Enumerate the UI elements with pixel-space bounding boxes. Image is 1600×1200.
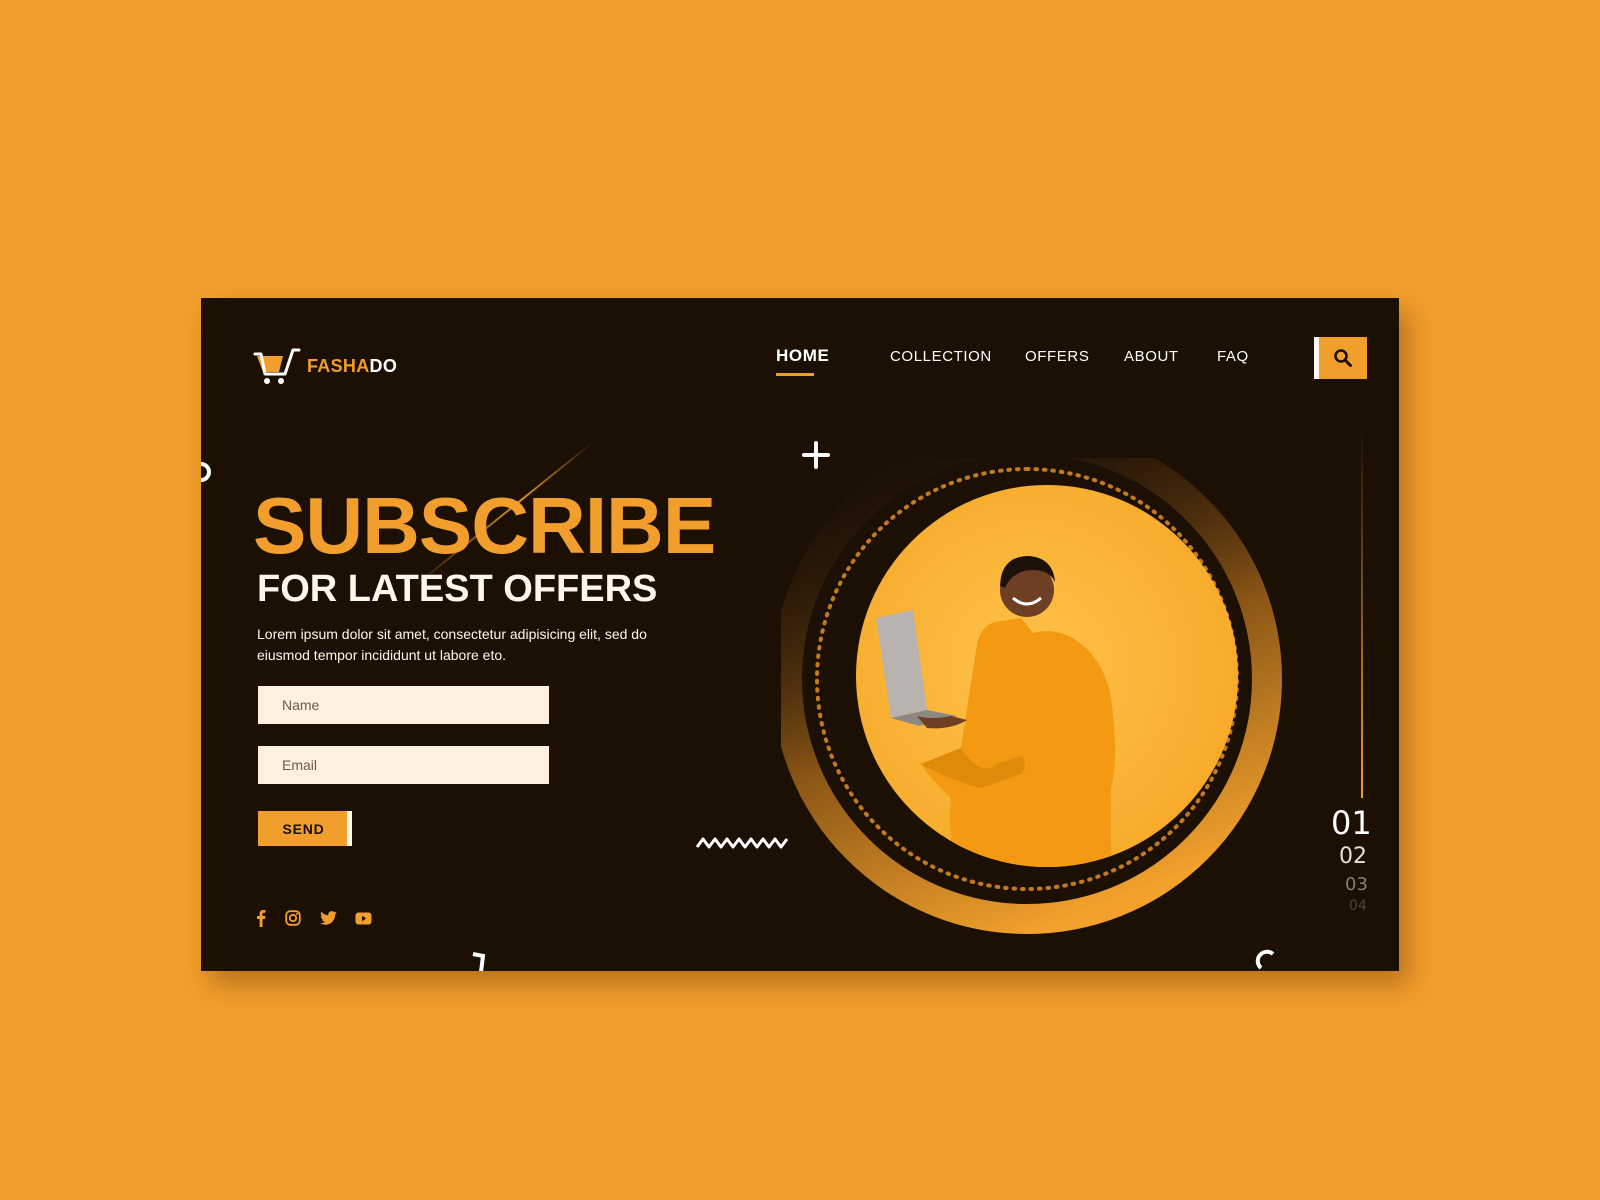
search-button[interactable] [1314,337,1367,379]
hero-subtitle: FOR LATEST OFFERS [257,568,658,610]
bracket-decoration [472,952,486,971]
youtube-icon [355,912,371,924]
pager-item-04[interactable]: 04 [1349,898,1367,914]
twitter-link[interactable] [318,908,338,928]
pager-item-03[interactable]: 03 [1345,874,1368,895]
hero-title: SUBSCRIBE [253,481,716,570]
pager-line [1361,428,1363,798]
nav-home[interactable]: HOME [776,346,829,376]
name-input[interactable] [258,686,549,724]
send-button[interactable]: SEND [258,811,352,846]
pager-item-02[interactable]: 02 [1339,844,1367,869]
email-input[interactable] [258,746,549,784]
brand-name-part2: DO [369,355,398,376]
nav-collection[interactable]: COLLECTION [890,348,992,365]
instagram-icon [285,910,301,926]
logo[interactable]: FASHADO [253,346,397,386]
instagram-link[interactable] [283,908,303,928]
landing-card: FASHADO HOME COLLECTION OFFERS ABOUT FAQ [201,298,1399,971]
hero-photo-frame [781,458,1282,934]
nav-about[interactable]: ABOUT [1124,348,1179,365]
pager-item-01[interactable]: 01 [1331,804,1372,842]
brand-name: FASHADO [307,356,397,377]
facebook-link[interactable] [251,908,271,928]
zigzag-decoration [695,837,789,849]
hero-description: Lorem ipsum dolor sit amet, consectetur … [257,626,647,663]
youtube-link[interactable] [353,908,373,928]
nav-faq[interactable]: FAQ [1217,348,1249,365]
facebook-icon [257,910,266,927]
search-icon [1334,349,1352,367]
brand-name-part1: FASHA [307,355,370,376]
twitter-icon [319,911,337,925]
nav-offers[interactable]: OFFERS [1025,348,1089,365]
shopping-cart-icon [253,348,301,384]
ring-decoration [201,462,211,482]
